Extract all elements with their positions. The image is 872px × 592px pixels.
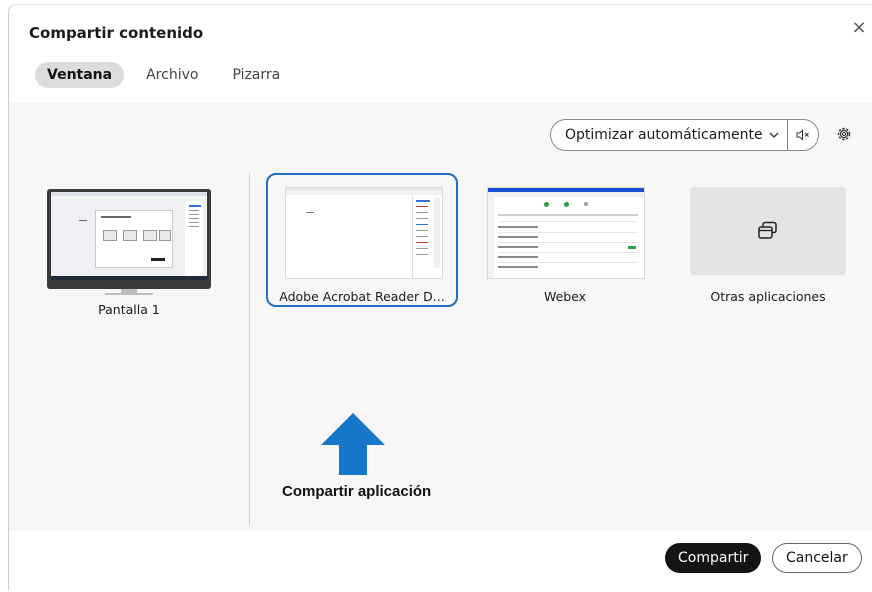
share-content-dialog: Compartir contenido × Ventana Archivo Pi… xyxy=(8,4,872,590)
monitor-base xyxy=(105,293,153,295)
annotation-text: Compartir aplicación xyxy=(282,483,432,500)
other-apps-label: Otras aplicaciones xyxy=(710,289,826,304)
tab-archivo[interactable]: Archivo xyxy=(134,62,210,88)
optimize-group: Optimizar automáticamente xyxy=(550,119,819,151)
windows-stack-icon xyxy=(758,221,777,239)
optimize-label: Optimizar automáticamente xyxy=(565,127,763,143)
share-button[interactable]: Compartir xyxy=(665,543,762,573)
close-icon[interactable]: × xyxy=(850,17,868,38)
app-webex-label: Webex xyxy=(543,289,587,304)
app-webex-preview[interactable] xyxy=(487,187,645,279)
screen-1-preview[interactable] xyxy=(47,189,211,289)
speaker-mute-icon[interactable] xyxy=(788,120,818,150)
other-apps-card[interactable] xyxy=(690,187,846,275)
chevron-down-icon xyxy=(769,132,779,138)
dialog-title: Compartir contenido xyxy=(29,24,204,42)
app-adobe-acrobat-label: Adobe Acrobat Reader D... xyxy=(279,289,445,304)
tab-bar: Ventana Archivo Pizarra xyxy=(35,62,302,88)
tab-pizarra[interactable]: Pizarra xyxy=(220,62,292,88)
app-adobe-acrobat-card[interactable]: Adobe Acrobat Reader D... xyxy=(266,173,458,307)
gear-icon[interactable] xyxy=(835,125,853,143)
optimize-dropdown[interactable]: Optimizar automáticamente xyxy=(551,120,787,150)
screen-1-label: Pantalla 1 xyxy=(98,302,160,317)
cancel-button[interactable]: Cancelar xyxy=(772,543,862,573)
screen-thumbnail xyxy=(51,192,207,280)
arrow-up-icon xyxy=(321,413,385,475)
tab-ventana[interactable]: Ventana xyxy=(35,62,125,88)
sources-divider xyxy=(249,173,250,525)
acrobat-thumbnail xyxy=(285,187,443,279)
sources-panel: Optimizar automáticamente Pantalla 1 Ado… xyxy=(9,103,872,531)
